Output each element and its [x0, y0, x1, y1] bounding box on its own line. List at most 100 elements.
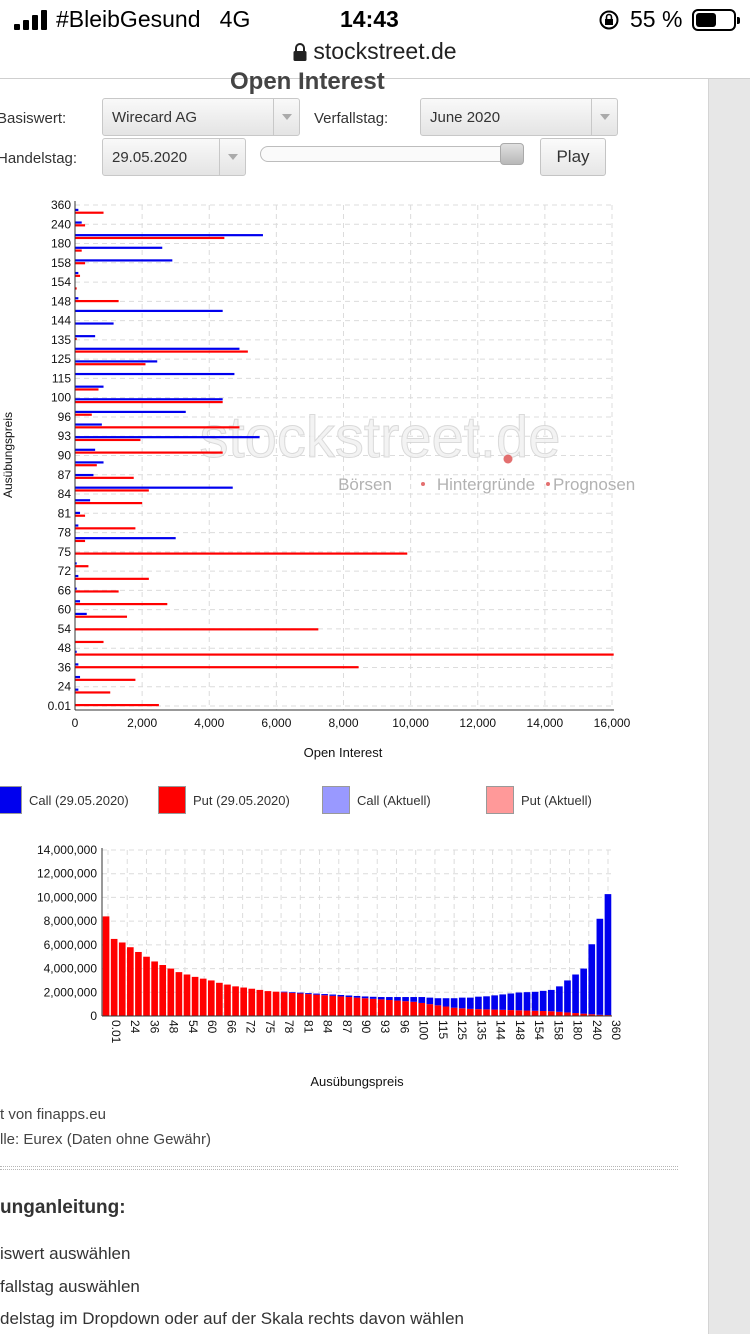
put-column	[151, 961, 158, 1016]
call-column	[280, 991, 288, 993]
chart2-x-tick-label: 135	[474, 1020, 488, 1040]
section-divider	[0, 1166, 678, 1170]
call-bar	[75, 297, 79, 300]
put-column	[102, 916, 110, 1016]
instructions-heading: unganleitung:	[0, 1197, 126, 1218]
chart1-y-tick-label: 93	[58, 429, 72, 443]
put-column	[337, 996, 345, 1016]
chart2-x-tick-label: 75	[263, 1020, 277, 1034]
cumulative-open-interest-chart: 0 2,000,000 4,000,000 6,000,000 8,000,000 10,…	[37, 843, 623, 1089]
put-bar	[75, 565, 89, 568]
put-column	[175, 972, 183, 1016]
put-column	[224, 984, 231, 1016]
call-bar	[75, 675, 81, 679]
chart1-y-tick-label: 115	[52, 371, 71, 385]
put-bar	[75, 678, 136, 681]
call-bar	[75, 347, 240, 350]
put-column	[191, 976, 199, 1016]
chart1-y-tick-label: 54	[58, 622, 72, 636]
chevron-down-icon	[591, 99, 617, 135]
chart2-x-tick-label: 48	[167, 1020, 181, 1034]
page-side-rail	[708, 79, 750, 1334]
basiswert-select[interactable]: Wirecard AG	[102, 98, 300, 136]
chart2-x-tick-label: 72	[244, 1020, 258, 1034]
put-column	[515, 1010, 523, 1016]
put-bar	[75, 464, 97, 467]
chart2-x-tick-label: 154	[532, 1020, 546, 1040]
status-bar: #BleibGesund 4G 14:43 55 %	[0, 0, 750, 40]
handelstag-label: Handelstag:	[0, 150, 78, 167]
call-bar	[75, 335, 96, 338]
call-column	[491, 995, 498, 1010]
call-bar	[75, 511, 81, 515]
chart1-y-tick-label: 148	[51, 294, 71, 308]
network-type: 4G	[219, 6, 251, 32]
handelstag-select[interactable]: 29.05.2020	[102, 138, 246, 176]
chart2-x-tick-label: 158	[551, 1020, 565, 1040]
put-column	[345, 997, 353, 1016]
put-bar	[75, 653, 614, 656]
call-column	[483, 996, 490, 1010]
put-bar	[75, 451, 223, 454]
chart2-x-tick-label: 36	[147, 1020, 161, 1034]
put-column	[499, 1009, 507, 1016]
put-bar	[75, 552, 408, 555]
call-column	[467, 997, 474, 1009]
chart1-x-axis-title: Open Interest	[304, 745, 383, 760]
call-column	[369, 996, 377, 999]
play-button[interactable]: Play	[540, 138, 606, 176]
chart1-y-tick-label: 158	[51, 256, 71, 270]
put-column	[280, 992, 288, 1016]
legend-swatch	[322, 786, 350, 814]
put-column	[248, 988, 256, 1016]
call-column	[450, 998, 458, 1008]
put-bar	[75, 249, 82, 252]
put-bar	[75, 590, 119, 593]
watermark-dot-icon	[546, 482, 550, 486]
call-column	[556, 986, 563, 1012]
call-bar	[75, 461, 104, 464]
put-bar	[75, 615, 128, 618]
put-column	[207, 980, 215, 1016]
put-bar	[75, 577, 149, 580]
put-column	[143, 956, 150, 1016]
call-bar	[75, 208, 79, 212]
call-column	[418, 997, 426, 1003]
put-column	[475, 1009, 482, 1016]
put-column	[564, 1012, 571, 1016]
source-line-1: t von finapps.eu	[0, 1106, 106, 1123]
put-bar	[75, 501, 143, 505]
call-column	[547, 989, 555, 1012]
chart1-y-tick-label: 48	[58, 641, 72, 655]
call-bar	[75, 309, 223, 313]
instruction-step-2: fallstag auswählen	[0, 1277, 140, 1296]
put-bar	[75, 299, 119, 303]
put-bar	[75, 438, 141, 442]
watermark-tagline-3: Prognosen	[553, 475, 635, 494]
put-column	[523, 1010, 531, 1016]
call-bar	[75, 436, 260, 439]
put-bar	[75, 413, 92, 416]
put-bar	[75, 628, 319, 631]
chart2-x-tick-label: 87	[340, 1020, 354, 1034]
put-bar	[75, 703, 159, 707]
chart2-x-tick-label: 240	[590, 1020, 604, 1040]
legend-label: Call (29.05.2020)	[29, 793, 129, 808]
put-column	[426, 1004, 434, 1016]
handelstag-slider[interactable]	[260, 143, 524, 165]
chart1-y-tick-label: 75	[58, 545, 72, 559]
chart1-y-tick-label: 154	[51, 275, 71, 289]
put-column	[240, 987, 247, 1016]
chart2-y-tick-label: 6,000,000	[44, 938, 98, 952]
chart2-y-tick-label: 14,000,000	[37, 843, 97, 857]
slider-thumb[interactable]	[500, 143, 524, 165]
call-column	[394, 997, 401, 1001]
call-bar	[75, 600, 81, 603]
call-bar	[75, 612, 87, 616]
chart1-y-tick-label: 240	[51, 217, 71, 231]
put-column	[353, 997, 361, 1016]
call-column	[515, 992, 523, 1011]
chart2-x-axis-title: Ausübungspreis	[310, 1074, 404, 1089]
verfallstag-select[interactable]: June 2020	[420, 98, 618, 136]
chart2-x-tick-label: 115	[436, 1020, 450, 1039]
